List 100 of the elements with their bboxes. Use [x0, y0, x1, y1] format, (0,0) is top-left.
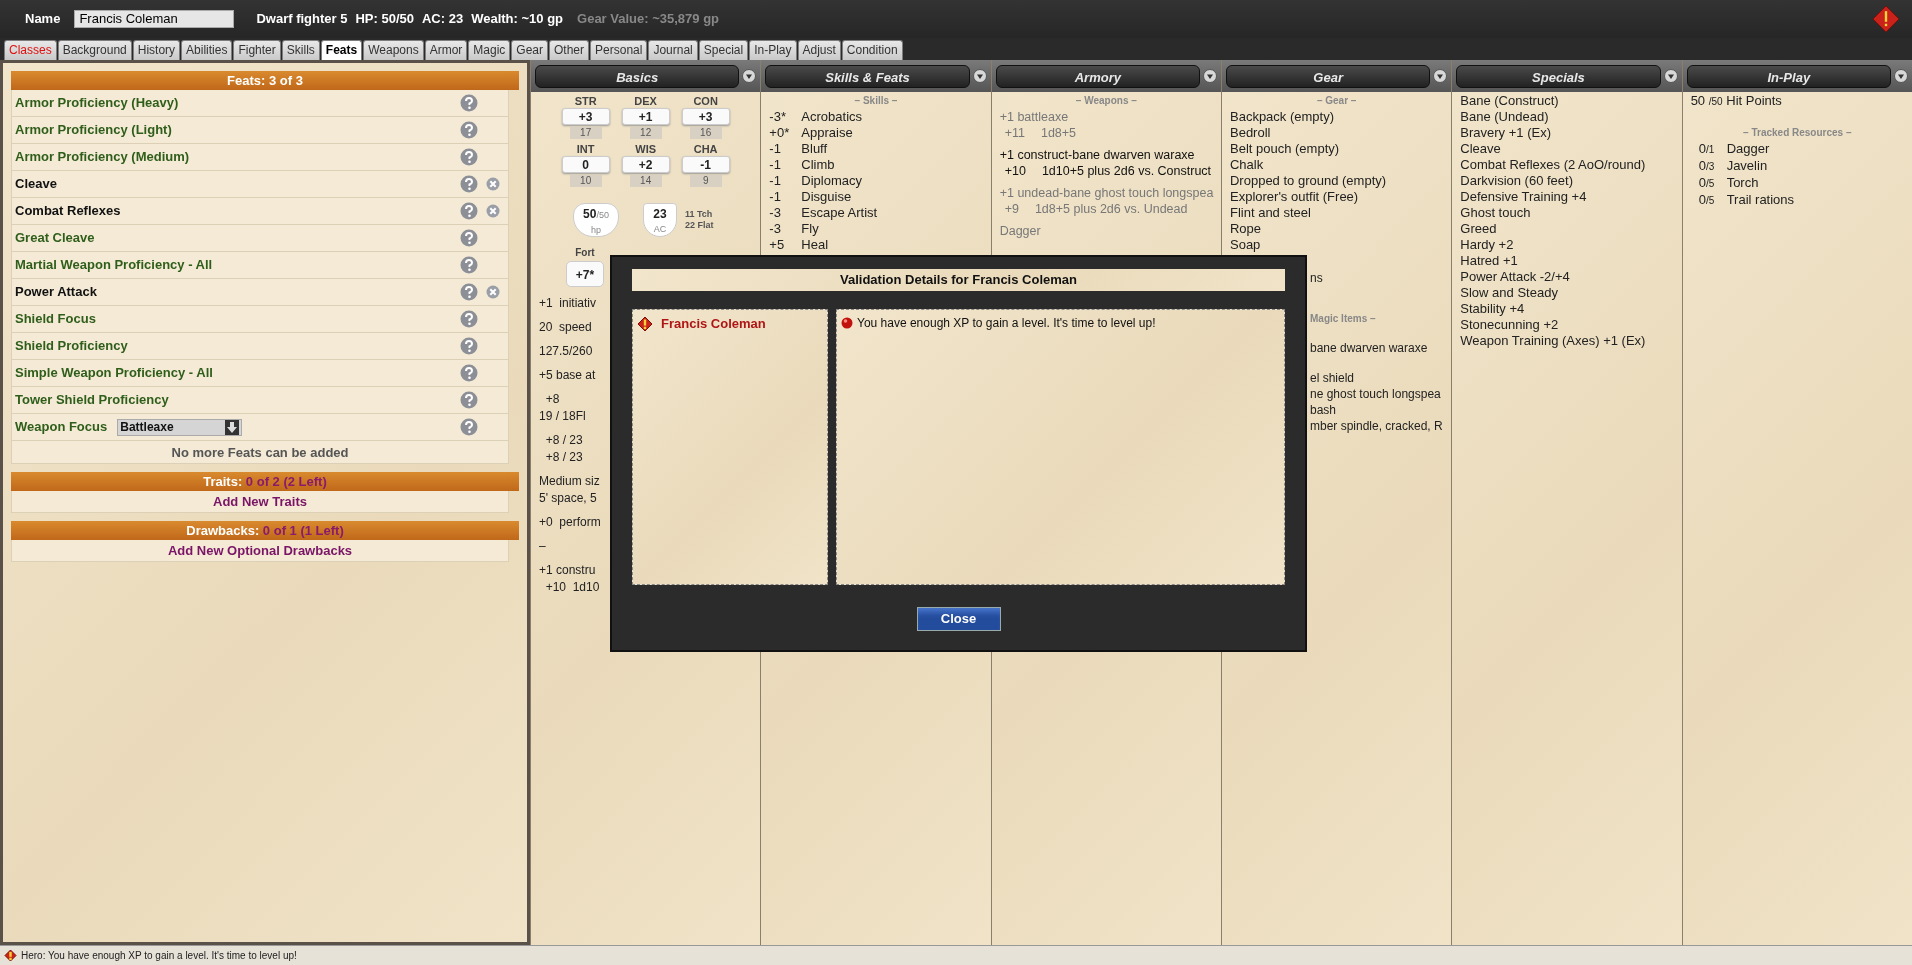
tab[interactable]: Armor [424, 40, 468, 60]
add-link[interactable]: Add New Optional Drawbacks [11, 540, 509, 562]
gear-item[interactable]: Soap [1230, 237, 1444, 253]
tab[interactable]: Magic [468, 40, 511, 60]
feat-name[interactable]: Shield Focus [15, 309, 96, 329]
column-header[interactable]: Skills & Feats [765, 64, 970, 88]
dropdown-icon[interactable] [1203, 69, 1217, 83]
dropdown-icon[interactable] [1663, 69, 1678, 83]
special-ability[interactable]: Combat Reflexes (2 AoO/round) [1460, 157, 1674, 173]
gear-item[interactable]: Backpack (empty) [1230, 109, 1444, 125]
skill-name[interactable]: Disguise [801, 189, 852, 205]
tab[interactable]: Weapons [363, 40, 424, 60]
weapon-name[interactable]: +1 battleaxe [999, 109, 1213, 125]
tab[interactable]: Fighter [233, 40, 281, 60]
gear-item[interactable]: Chalk [1230, 157, 1444, 173]
ability-modifier[interactable]: +3 [561, 108, 610, 125]
feat-name[interactable]: Armor Proficiency (Light) [15, 120, 172, 140]
remove-icon[interactable] [486, 285, 500, 299]
gear-item[interactable]: Belt pouch (empty) [1230, 141, 1444, 157]
skill-name[interactable]: Diplomacy [801, 173, 862, 189]
tab[interactable]: Abilities [181, 40, 233, 60]
special-ability[interactable]: Power Attack -2/+4 [1460, 269, 1674, 285]
gear-item[interactable]: Dropped to ground (empty) [1230, 173, 1444, 189]
close-button[interactable]: Close [916, 607, 1001, 631]
column-header[interactable]: Gear [1226, 64, 1431, 88]
skill-name[interactable]: Climb [801, 157, 835, 173]
special-ability[interactable]: Hatred +1 [1460, 253, 1674, 269]
skill-name[interactable]: Fly [801, 221, 819, 237]
feat-name[interactable]: Tower Shield Proficiency [15, 390, 169, 410]
weapon-name[interactable]: +1 construct-bane dwarven waraxe [999, 147, 1213, 163]
ability-modifier[interactable]: +1 [621, 108, 670, 125]
special-ability[interactable]: Weapon Training (Axes) +1 (Ex) [1460, 333, 1674, 349]
special-ability[interactable]: Stonecunning +2 [1460, 317, 1674, 333]
gear-item[interactable]: Explorer's outfit (Free) [1230, 189, 1444, 205]
name-field[interactable]: Francis Coleman [74, 10, 235, 28]
tab[interactable]: Gear [511, 40, 549, 60]
tab[interactable]: History [132, 40, 181, 60]
dropdown-icon[interactable] [972, 69, 987, 83]
gear-item[interactable]: Bedroll [1230, 125, 1444, 141]
special-ability[interactable]: Greed [1460, 221, 1674, 237]
special-ability[interactable]: Hardy +2 [1460, 237, 1674, 253]
special-ability[interactable]: Slow and Steady [1460, 285, 1674, 301]
tab[interactable]: In-Play [749, 40, 797, 60]
feat-name[interactable]: Weapon Focus [15, 417, 108, 437]
tab[interactable]: Classes [4, 40, 57, 60]
resource-count[interactable]: 0/1 [1698, 141, 1727, 158]
column-header[interactable]: Armory [995, 64, 1200, 88]
warning-icon[interactable] [1872, 5, 1900, 33]
tab[interactable]: Skills [281, 40, 320, 60]
special-ability[interactable]: Bravery +1 (Ex) [1460, 125, 1674, 141]
feat-name[interactable]: Armor Proficiency (Heavy) [15, 93, 179, 113]
resource-count[interactable]: 0/5 [1698, 192, 1727, 209]
special-ability[interactable]: Cleave [1460, 141, 1674, 157]
ability-modifier[interactable]: +3 [681, 108, 730, 125]
ability-modifier[interactable]: 0 [561, 156, 610, 173]
feat-name[interactable]: Cleave [15, 174, 57, 194]
resource-count[interactable]: 0/5 [1698, 175, 1727, 192]
ability-modifier[interactable]: -1 [681, 156, 730, 173]
remove-icon[interactable] [486, 177, 500, 191]
feat-name[interactable]: Martial Weapon Proficiency - All [15, 255, 213, 275]
skill-name[interactable]: Bluff [801, 141, 828, 157]
feat-name[interactable]: Shield Proficiency [15, 336, 128, 356]
tab[interactable]: Journal [648, 40, 698, 60]
ability-modifier[interactable]: +2 [621, 156, 670, 173]
dropdown-icon[interactable] [742, 69, 757, 83]
column-header[interactable]: In-Play [1686, 64, 1891, 88]
column-header[interactable]: Basics [535, 64, 740, 88]
column-header[interactable]: Specials [1456, 64, 1661, 88]
tab[interactable]: Other [549, 40, 590, 60]
tab[interactable]: Condition [841, 40, 903, 60]
tab[interactable]: Adjust [797, 40, 841, 60]
feat-name[interactable]: Combat Reflexes [15, 201, 121, 221]
tab[interactable]: Special [698, 40, 749, 60]
dropdown-icon[interactable] [1893, 69, 1908, 83]
tab[interactable]: Background [57, 40, 132, 60]
remove-icon[interactable] [486, 204, 500, 218]
save-value[interactable]: +7* [566, 261, 604, 287]
add-link[interactable]: Add New Traits [11, 491, 509, 513]
dropdown-icon[interactable] [1433, 69, 1448, 83]
feat-name[interactable]: Simple Weapon Proficiency - All [15, 363, 213, 383]
special-ability[interactable]: Darkvision (60 feet) [1460, 173, 1674, 189]
skill-name[interactable]: Appraise [801, 125, 853, 141]
feat-select[interactable]: Battleaxe [117, 418, 243, 436]
feat-name[interactable]: Great Cleave [15, 228, 95, 248]
skill-name[interactable]: Heal [801, 237, 829, 253]
gear-item[interactable]: Flint and steel [1230, 205, 1444, 221]
skill-name[interactable]: Acrobatics [801, 109, 863, 125]
special-ability[interactable]: Bane (Construct) [1460, 93, 1674, 109]
special-ability[interactable]: Stability +4 [1460, 301, 1674, 317]
resource-count[interactable]: 0/3 [1698, 158, 1727, 175]
skill-name[interactable]: Escape Artist [801, 205, 878, 221]
weapon-name[interactable]: Dagger [999, 223, 1213, 239]
gear-item[interactable]: Rope [1230, 221, 1444, 237]
weapon-name[interactable]: +1 undead-bane ghost touch longspea [999, 185, 1213, 201]
special-ability[interactable]: Ghost touch [1460, 205, 1674, 221]
feat-name[interactable]: Armor Proficiency (Medium) [15, 147, 190, 167]
special-ability[interactable]: Defensive Training +4 [1460, 189, 1674, 205]
entity-name[interactable]: Francis Coleman [661, 314, 766, 334]
feat-name[interactable]: Power Attack [15, 282, 97, 302]
special-ability[interactable]: Bane (Undead) [1460, 109, 1674, 125]
